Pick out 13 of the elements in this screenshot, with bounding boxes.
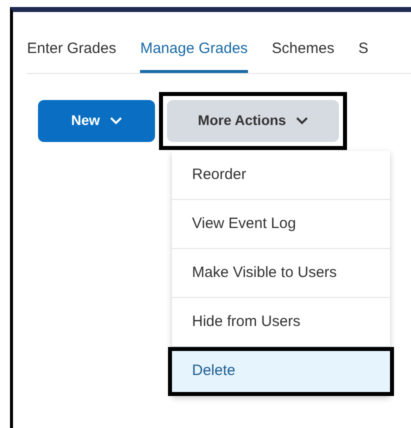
menu-item[interactable]: Reorder (172, 151, 390, 200)
menu-item[interactable]: Make Visible to Users (172, 249, 390, 298)
tab[interactable]: Manage Grades (140, 32, 248, 72)
chevron-down-icon (296, 116, 308, 124)
tab[interactable]: S (358, 32, 368, 72)
menu-item[interactable]: View Event Log (172, 200, 390, 249)
tab[interactable]: Schemes (272, 32, 334, 72)
menu-item[interactable]: Delete (168, 347, 394, 396)
more-actions-button[interactable]: More Actions (167, 100, 339, 142)
tab[interactable]: Enter Grades (27, 32, 116, 72)
chevron-down-icon (110, 116, 122, 124)
new-button[interactable]: New (38, 100, 155, 142)
menu-item[interactable]: Hide from Users (172, 298, 390, 347)
